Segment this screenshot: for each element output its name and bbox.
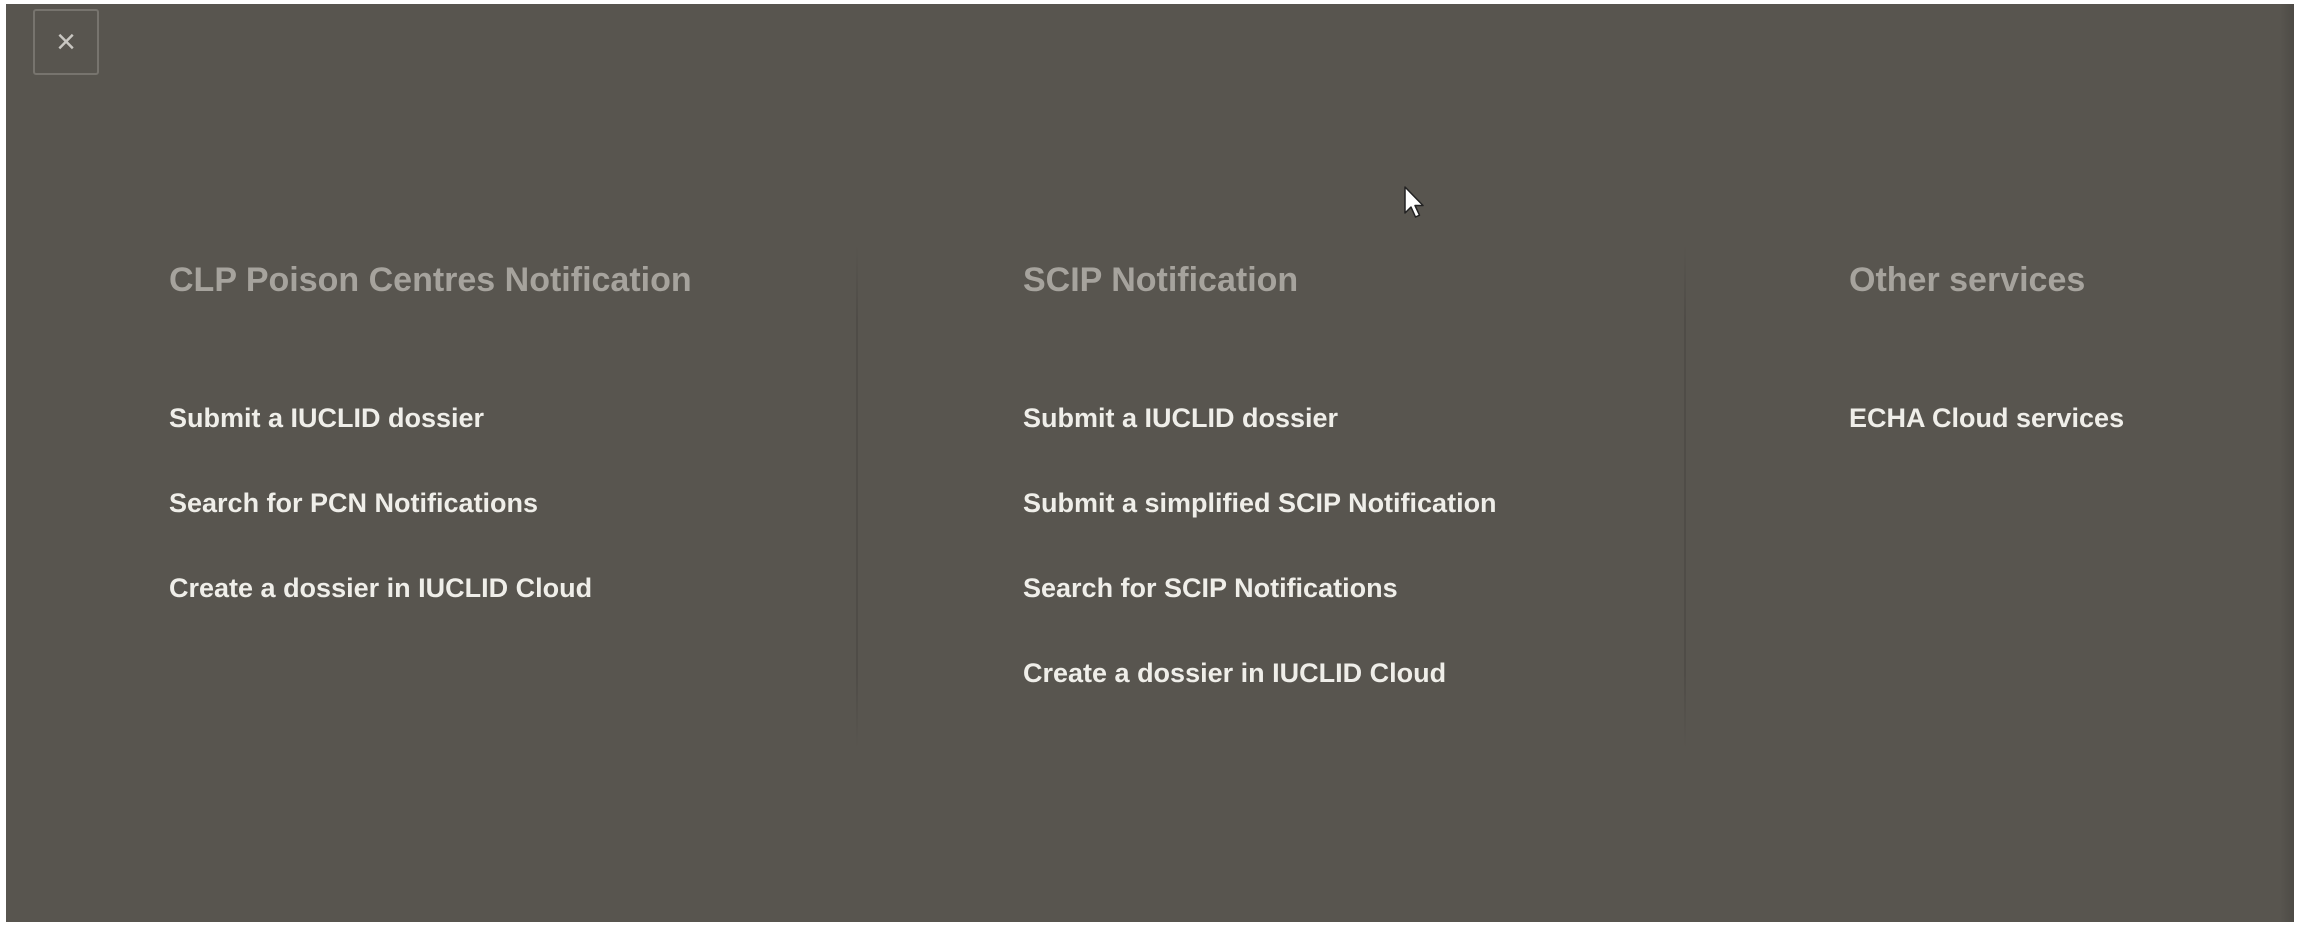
list-item: Search for SCIP Notifications bbox=[1023, 568, 1497, 653]
column-divider bbox=[856, 244, 858, 749]
close-button[interactable]: × bbox=[33, 9, 99, 75]
mouse-pointer-icon bbox=[1404, 186, 1424, 218]
column-divider bbox=[1684, 244, 1686, 749]
overlay-edge-shadow bbox=[2280, 4, 2294, 922]
column-clp-poison-centres: CLP Poison Centres Notification Submit a… bbox=[169, 260, 692, 653]
list-item: Search for PCN Notifications bbox=[169, 483, 692, 568]
link-list: Submit a IUCLID dossier Submit a simplif… bbox=[1023, 398, 1497, 738]
link-search-scip-notifications[interactable]: Search for SCIP Notifications bbox=[1023, 573, 1398, 603]
link-create-dossier-iuclid-cloud[interactable]: Create a dossier in IUCLID Cloud bbox=[169, 573, 592, 603]
link-submit-iuclid-dossier[interactable]: Submit a IUCLID dossier bbox=[1023, 403, 1338, 433]
close-icon: × bbox=[56, 23, 76, 61]
link-submit-simplified-scip[interactable]: Submit a simplified SCIP Notification bbox=[1023, 488, 1497, 518]
link-search-pcn-notifications[interactable]: Search for PCN Notifications bbox=[169, 488, 538, 518]
link-list: Submit a IUCLID dossier Search for PCN N… bbox=[169, 398, 692, 653]
column-title: Other services bbox=[1849, 261, 2086, 299]
link-create-dossier-iuclid-cloud[interactable]: Create a dossier in IUCLID Cloud bbox=[1023, 658, 1446, 688]
link-list: ECHA Cloud services bbox=[1849, 398, 2124, 483]
link-echa-cloud-services[interactable]: ECHA Cloud services bbox=[1849, 403, 2124, 433]
column-scip-notification: SCIP Notification Submit a IUCLID dossie… bbox=[1023, 260, 1497, 738]
link-submit-iuclid-dossier[interactable]: Submit a IUCLID dossier bbox=[169, 403, 484, 433]
list-item: Create a dossier in IUCLID Cloud bbox=[169, 568, 692, 653]
list-item: Submit a IUCLID dossier bbox=[169, 398, 692, 483]
list-item: ECHA Cloud services bbox=[1849, 398, 2124, 483]
column-title: SCIP Notification bbox=[1023, 261, 1299, 299]
list-item: Create a dossier in IUCLID Cloud bbox=[1023, 653, 1497, 738]
column-title: CLP Poison Centres Notification bbox=[169, 261, 692, 299]
list-item: Submit a simplified SCIP Notification bbox=[1023, 483, 1497, 568]
column-other-services: Other services ECHA Cloud services bbox=[1849, 260, 2124, 483]
list-item: Submit a IUCLID dossier bbox=[1023, 398, 1497, 483]
services-menu-overlay: × CLP Poison Centres Notification Submit… bbox=[6, 4, 2294, 922]
